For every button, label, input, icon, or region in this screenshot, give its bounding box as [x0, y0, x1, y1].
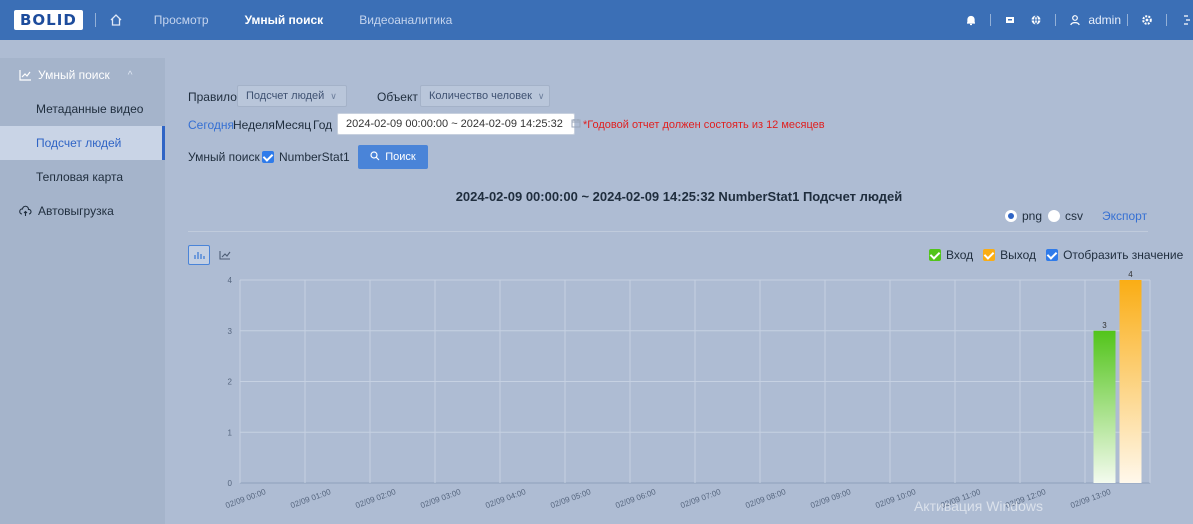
- y-tick-label: 4: [228, 276, 233, 285]
- globe-icon[interactable]: [1029, 13, 1043, 27]
- brand-logo: BOLID: [14, 10, 83, 30]
- sidebar: Умный поиск ^ Метаданные видео Подсчет л…: [0, 58, 165, 524]
- sidebar-section-smart-search[interactable]: Умный поиск ^: [0, 58, 165, 92]
- x-tick-label: 02/09 10:00: [874, 487, 917, 510]
- bar-out: [1119, 280, 1142, 483]
- user-icon[interactable]: [1068, 13, 1082, 27]
- x-tick-label: 02/09 13:00: [1069, 487, 1112, 510]
- nav-video-analytics[interactable]: Видеоаналитика: [359, 13, 452, 27]
- top-navigation-bar: BOLID Просмотр Умный поиск Видеоаналитик…: [0, 0, 1193, 40]
- main-panel: Правило Подсчет людей ∨ Объект Количеств…: [165, 58, 1193, 524]
- bar-value-label: 3: [1102, 321, 1107, 330]
- nav-smart-search[interactable]: Умный поиск: [245, 13, 324, 27]
- logo: BOLID: [14, 0, 83, 40]
- divider: [1127, 14, 1128, 26]
- y-tick-label: 0: [228, 479, 233, 488]
- divider: [1166, 14, 1167, 26]
- y-tick-label: 1: [228, 428, 233, 437]
- line-chart-icon: [18, 68, 32, 82]
- people-count-bar-chart: 0 1 2 3 4 02/09 00:00 02/09 01:00 02/09 02:00 02…: [224, 270, 1151, 510]
- divider: [990, 14, 992, 26]
- top-right-tools: admin: [958, 0, 1193, 40]
- sidebar-item-video-metadata[interactable]: Метаданные видео: [0, 92, 165, 126]
- cloud-upload-icon: [18, 204, 32, 218]
- home-icon[interactable]: [108, 12, 124, 28]
- y-tick-label: 3: [228, 327, 233, 336]
- settings-gear-icon[interactable]: [1140, 13, 1154, 27]
- x-tick-label: 02/09 06:00: [614, 487, 657, 510]
- x-tick-label: 02/09 09:00: [809, 487, 852, 510]
- sidebar-section-label: Умный поиск: [38, 68, 110, 82]
- download-tray-icon[interactable]: [1003, 13, 1017, 27]
- y-tick-label: 2: [228, 378, 233, 387]
- nav-view[interactable]: Просмотр: [154, 13, 209, 27]
- logout-icon[interactable]: [1179, 13, 1193, 27]
- divider: [94, 13, 96, 27]
- bar-in: [1093, 330, 1116, 483]
- sidebar-item-heat-map[interactable]: Тепловая карта: [0, 160, 165, 194]
- x-tick-label: 02/09 01:00: [289, 487, 332, 510]
- main-nav: Просмотр Умный поиск Видеоаналитика: [154, 13, 489, 27]
- bar-value-label: 4: [1128, 270, 1133, 279]
- x-tick-label: 02/09 02:00: [354, 487, 397, 510]
- x-tick-label: 02/09 04:00: [484, 487, 527, 510]
- x-tick-label: 02/09 00:00: [224, 487, 267, 510]
- alarm-bell-icon[interactable]: [964, 13, 978, 27]
- divider: [1055, 14, 1057, 26]
- x-tick-label: 02/09 05:00: [549, 487, 592, 510]
- windows-activation-watermark: Активация Windows: [913, 498, 1043, 514]
- chevron-up-icon: ^: [127, 69, 133, 81]
- x-tick-label: 02/09 07:00: [679, 487, 722, 510]
- username[interactable]: admin: [1088, 13, 1121, 27]
- sidebar-auto-upload-label: Автовыгрузка: [38, 204, 114, 218]
- x-tick-label: 02/09 08:00: [744, 487, 787, 510]
- x-tick-label: 02/09 03:00: [419, 487, 462, 510]
- sidebar-item-people-counting[interactable]: Подсчет людей: [0, 126, 165, 160]
- sidebar-item-auto-upload[interactable]: Автовыгрузка: [0, 194, 165, 228]
